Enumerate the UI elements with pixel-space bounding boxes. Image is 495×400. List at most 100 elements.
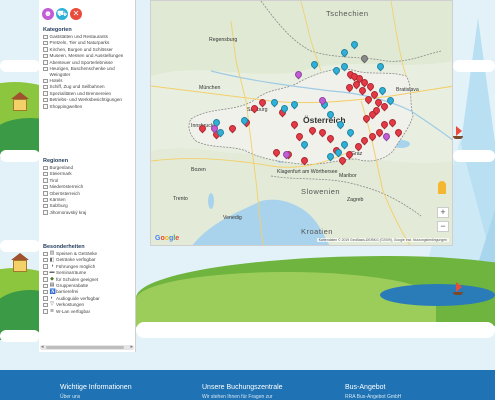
list-item[interactable]: ≋ W-Lan verfügbar [43, 308, 131, 315]
list-item[interactable]: ▥ Speisen & Getränke [43, 251, 131, 257]
footer-heading: Unsere Buchungszentrale [202, 384, 283, 391]
footer-text: Wir stehen Ihnen für Fragen zur [202, 394, 273, 400]
checkbox[interactable] [43, 277, 48, 282]
checkbox[interactable] [43, 91, 48, 96]
bus-circle-icon[interactable]: ⛟ [56, 8, 68, 20]
checkbox[interactable] [43, 270, 48, 276]
checkbox[interactable] [43, 309, 48, 314]
list-item[interactable]: ♿ barrierefrei [43, 289, 131, 295]
checkbox[interactable] [43, 203, 48, 209]
list-item[interactable]: Schiff, Zug und Seilbahnen [43, 84, 131, 90]
checkbox[interactable] [43, 302, 48, 308]
accessible-icon: ♿ [49, 288, 56, 295]
checkbox[interactable] [43, 283, 48, 289]
list-item-label: Tirol [49, 177, 59, 183]
checkbox[interactable] [43, 264, 48, 269]
house-icon [13, 260, 27, 272]
checkbox[interactable] [43, 178, 48, 183]
list-item[interactable]: ▬ Seminarräume [43, 270, 131, 276]
checkbox[interactable] [43, 296, 48, 301]
checkbox[interactable] [43, 78, 48, 84]
list-item[interactable]: Jihomoravský kraj [43, 210, 131, 216]
list-item[interactable]: Burgenland [43, 165, 131, 171]
checkbox[interactable] [43, 34, 48, 40]
scrollbar-thumb[interactable] [46, 346, 124, 349]
school-icon: ◆ [50, 275, 54, 282]
categories-list: Gaststätten und Restaurants Pretzeln, Tie… [43, 34, 131, 109]
page-footer: Wichtige Informationen Über uns Unsere B… [0, 370, 495, 400]
list-item[interactable]: Betriebs- und Werksbesichtigungen [43, 97, 131, 103]
list-item[interactable]: Kärnten [43, 197, 131, 203]
list-item[interactable]: ▤ Gruppenrabatte [43, 283, 131, 289]
list-item[interactable]: Niederösterreich [43, 184, 131, 190]
filter-panel: ☻ ⛟ ✕ Kategorien Gaststätten und Restaur… [39, 0, 136, 352]
list-item[interactable]: ◧ Getränke verfügbar [43, 257, 131, 263]
checkbox[interactable] [43, 53, 48, 59]
zoom-out-button[interactable]: − [437, 221, 449, 232]
cloud-strip-2 [0, 150, 40, 162]
checkbox[interactable] [43, 197, 48, 203]
checkbox[interactable] [43, 60, 48, 65]
list-item[interactable]: Tirol [43, 178, 131, 184]
checkbox[interactable] [43, 40, 48, 46]
list-item[interactable]: Gaststätten und Restaurants [43, 34, 131, 40]
list-item-label: Spezialitäten und Brennereien [49, 90, 112, 96]
footer-col-bus-offer: Bus-Angebot RRA Bus-Angebot GmbH [345, 384, 401, 400]
list-item-label: Speisen & Getränke [56, 251, 98, 256]
list-item[interactable]: Abenteuer und Sporterlebnisse [43, 60, 131, 66]
list-item[interactable]: Steiermark [43, 171, 131, 177]
list-item-label: Niederösterreich [49, 184, 84, 190]
list-item[interactable]: Museen, Messen und Ausstellungen [43, 53, 131, 59]
list-item[interactable]: Kirchen, Burgen und Schlösser [43, 47, 131, 53]
checkbox[interactable] [43, 251, 48, 257]
list-item-label: Verkostungen [56, 302, 85, 308]
list-item-label: Führungen möglich [56, 263, 96, 269]
list-item-label: Jihomoravský kraj [49, 209, 87, 215]
checkbox[interactable] [43, 104, 48, 109]
checkbox[interactable] [43, 66, 48, 72]
checkbox[interactable] [43, 210, 48, 215]
list-item-label: Museen, Messen und Ausstellungen [49, 53, 124, 59]
zoom-in-button[interactable]: + [437, 207, 449, 218]
list-item[interactable]: Hotels [43, 78, 131, 84]
map-label-bozen: Bozen [191, 167, 206, 173]
map-attribution[interactable]: Kartendaten © 2019 GeoBasis-DE/BKG (©200… [316, 238, 449, 242]
favorites-circle-icon[interactable]: ☻ [42, 8, 54, 20]
checkbox[interactable] [43, 184, 48, 190]
checkbox[interactable] [43, 165, 48, 171]
list-item[interactable]: ▽ Verkostungen [43, 302, 131, 308]
footer-heading: Bus-Angebot [345, 384, 386, 391]
list-item[interactable]: Salzburg [43, 203, 131, 209]
cloud-strip-6 [136, 322, 495, 338]
list-item[interactable]: ◐ Audioguide verfügbar [43, 296, 131, 302]
food-icon: ▥ [49, 250, 55, 257]
horizontal-scrollbar[interactable]: ◂ ▸ [40, 344, 134, 350]
list-item[interactable]: ◑ Führungen möglich [43, 264, 131, 270]
list-item[interactable]: Spezialitäten und Brennereien [43, 91, 131, 97]
categories-title: Kategorien [43, 27, 72, 33]
footer-link-about[interactable]: Über uns [60, 394, 132, 400]
list-item[interactable]: Shoppingwelten [43, 104, 131, 110]
close-circle-icon[interactable]: ✕ [70, 8, 82, 20]
list-item[interactable]: Pretzeln, Tier und Naturparks [43, 40, 131, 46]
scroll-left-icon[interactable]: ◂ [41, 344, 44, 350]
checkbox[interactable] [43, 191, 48, 196]
google-map[interactable]: Tschechien Österreich Bratislava Sloweni… [150, 0, 453, 246]
list-item-label: W-Lan verfügbar [56, 308, 91, 314]
lake [380, 284, 495, 306]
scroll-right-icon[interactable]: ▸ [130, 344, 133, 350]
street-view-pegman-icon[interactable] [438, 181, 446, 194]
regions-list: Burgenland Steiermark Tirol Niederösterreic… [43, 165, 131, 215]
list-item[interactable]: ◆ für Schulen geeignet [43, 275, 131, 283]
list-item[interactable]: Heurigen, Buschenschenke und Weingüter [43, 66, 131, 77]
list-item[interactable]: Oberösterreich [43, 191, 131, 197]
checkbox[interactable] [43, 97, 48, 103]
list-item-label: Betriebs- und Werksbesichtigungen [49, 97, 122, 103]
boat-icon [453, 292, 463, 295]
checkbox[interactable] [43, 84, 48, 90]
checkbox[interactable] [43, 289, 48, 295]
checkbox[interactable] [43, 47, 48, 52]
checkbox[interactable] [43, 257, 48, 263]
regions-title: Regionen [43, 158, 69, 164]
checkbox[interactable] [43, 171, 48, 177]
